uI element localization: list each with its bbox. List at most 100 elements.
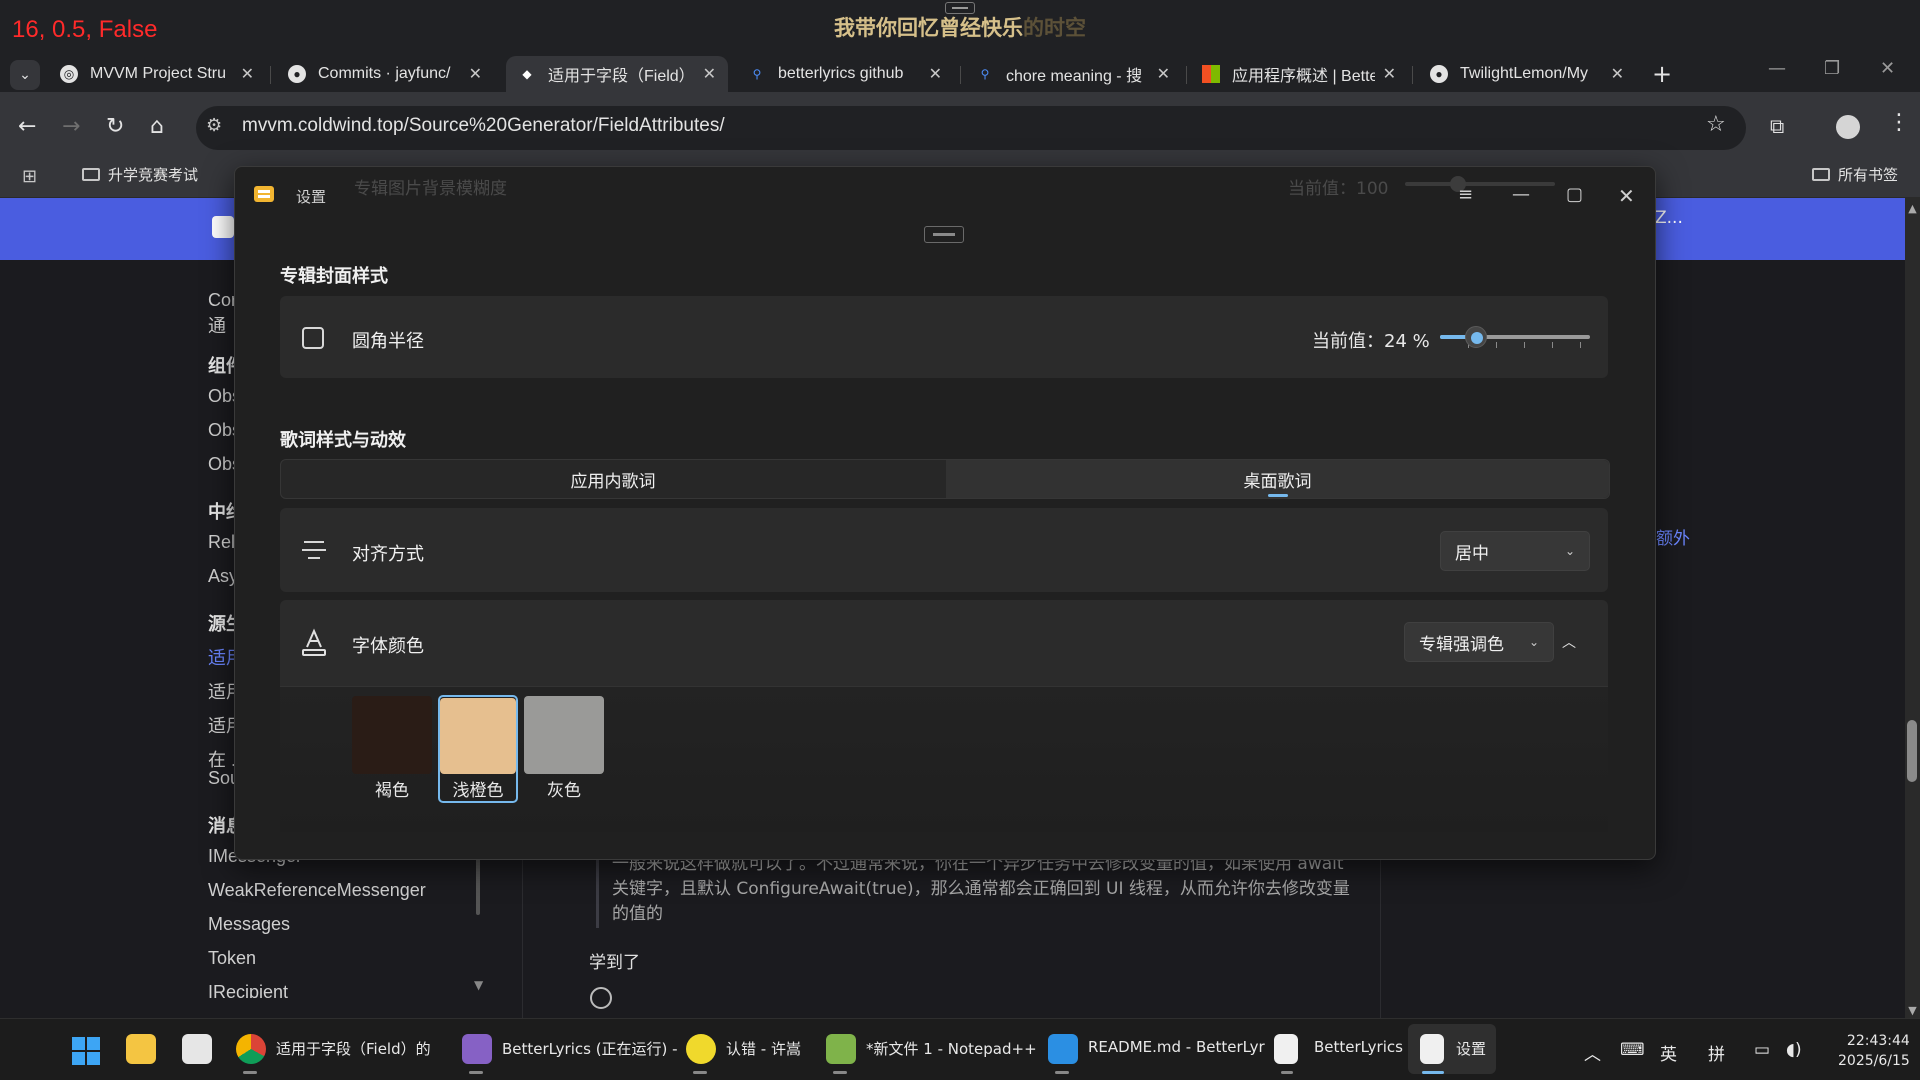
extensions-icon[interactable]: ⧉	[1770, 114, 1784, 138]
sidebar-item[interactable]: Rel	[208, 532, 235, 553]
alignment-label: 对齐方式	[352, 544, 424, 565]
reload-icon: ↻	[106, 114, 125, 139]
desktop-lyric-drag-handle[interactable]	[945, 2, 975, 14]
keyboard-icon[interactable]: ⌨	[1620, 1040, 1645, 1060]
tab-2[interactable]: ● Commits · jayfunc/ ✕	[276, 56, 494, 92]
reload-button[interactable]: ↻	[106, 114, 124, 139]
document-icon[interactable]	[1274, 1034, 1298, 1064]
toc-link[interactable]: 额外	[1656, 524, 1690, 549]
music-player-icon[interactable]	[686, 1034, 716, 1064]
url-text[interactable]: mvvm.coldwind.top/Source%20Generator/Fie…	[242, 115, 725, 137]
caret-down-icon[interactable]: ▼	[474, 978, 483, 992]
browser-menu-icon[interactable]: ⋮	[1888, 110, 1910, 135]
font-color-dropdown[interactable]: 专辑强调色 ⌄	[1404, 622, 1554, 662]
site-info-icon[interactable]: ⚙	[206, 115, 222, 136]
bookmark-folder[interactable]: 升学竞赛考试	[82, 164, 198, 185]
minimize-window-button[interactable]: —	[1768, 58, 1786, 79]
taskbar-app-label[interactable]: BetterLyrics	[1314, 1038, 1403, 1056]
close-icon[interactable]: ✕	[1383, 64, 1396, 84]
volume-icon[interactable]: ◖)	[1786, 1040, 1802, 1060]
scroll-down-icon[interactable]: ▼	[1905, 1004, 1920, 1017]
tab-5[interactable]: ⚲ chore meaning - 搜 ✕	[964, 56, 1182, 92]
taskbar-app-label[interactable]: BetterLyrics (正在运行) -	[502, 1038, 678, 1059]
ime-mode[interactable]: 拼	[1708, 1040, 1725, 1065]
emoji-reaction-icon[interactable]	[590, 987, 612, 1009]
new-tab-button[interactable]: +	[1652, 60, 1672, 88]
close-icon[interactable]: ✕	[1157, 64, 1170, 84]
close-icon[interactable]: ✕	[1611, 64, 1624, 84]
folder-icon	[1812, 168, 1830, 181]
apps-grid-icon[interactable]: ⊞	[22, 166, 37, 187]
alignment-dropdown-value: 居中	[1455, 543, 1489, 564]
visual-studio-icon[interactable]	[462, 1034, 492, 1064]
tab-7[interactable]: ● TwilightLemon/My ✕	[1418, 56, 1636, 92]
swatch-brown[interactable]	[352, 696, 432, 774]
sidebar-item[interactable]: Token	[208, 948, 256, 969]
corner-radius-label: 圆角半径	[352, 331, 424, 352]
segment-in-app-lyrics[interactable]: 应用内歌词	[280, 459, 946, 499]
slider-tick	[1552, 342, 1553, 348]
close-icon[interactable]: ✕	[929, 64, 942, 84]
file-explorer-icon[interactable]	[126, 1034, 156, 1064]
drag-handle-icon[interactable]	[924, 226, 964, 243]
chevron-up-icon[interactable]: ︿	[1562, 632, 1576, 652]
arrow-right-icon: →	[62, 114, 81, 139]
tab-6[interactable]: 应用程序概述 | Bette ✕	[1190, 56, 1408, 92]
close-icon[interactable]: ✕	[703, 64, 716, 84]
sidebar-item[interactable]: Messages	[208, 914, 290, 935]
corner-radius-checkbox[interactable]	[302, 327, 324, 349]
taskbar-app-label[interactable]: *新文件 1 - Notepad++	[866, 1038, 1037, 1059]
system-clock[interactable]: 22:43:44 2025/6/15	[1838, 1031, 1910, 1071]
ime-language[interactable]: 英	[1660, 1040, 1677, 1065]
swatch-gray[interactable]	[524, 696, 604, 774]
tab-label: chore meaning - 搜	[1006, 68, 1143, 85]
notepad-plus-icon[interactable]	[826, 1034, 856, 1064]
sidebar-item[interactable]: IRecipient	[208, 982, 288, 998]
tab-4[interactable]: ⚲ betterlyrics github ✕	[736, 56, 954, 92]
close-icon[interactable]: ✕	[241, 64, 254, 84]
restore-window-button[interactable]: ❐	[1824, 58, 1840, 79]
sidebar-item[interactable]: 通	[208, 312, 226, 338]
document-icon[interactable]	[1420, 1034, 1444, 1064]
close-window-button[interactable]: ✕	[1880, 58, 1895, 79]
taskbar-running-indicator	[833, 1071, 847, 1074]
taskbar-app-label[interactable]: 认错 - 许嵩	[726, 1038, 801, 1059]
close-icon[interactable]: ✕	[469, 64, 482, 84]
page-scroll-thumb[interactable]	[1907, 720, 1917, 782]
segment-desktop-lyrics[interactable]: 桌面歌词	[946, 460, 1609, 498]
hamburger-icon[interactable]: ≡	[1458, 184, 1473, 205]
maximize-button[interactable]: ▢	[1566, 184, 1583, 205]
tab-3-active[interactable]: ◆ 适用于字段（Field） ✕	[506, 56, 728, 92]
arrow-left-icon: ←	[18, 114, 37, 139]
sidebar-item[interactable]: Cor	[208, 290, 237, 311]
network-icon[interactable]: ▭	[1754, 1040, 1770, 1060]
taskbar-app-label[interactable]: README.md - BetterLyr	[1088, 1038, 1265, 1056]
taskbar-app-label[interactable]: 适用于字段（Field）的	[276, 1038, 431, 1059]
taskbar-app-label[interactable]: 设置	[1456, 1038, 1486, 1059]
site-logo[interactable]	[212, 216, 234, 238]
close-button[interactable]: ✕	[1618, 184, 1635, 208]
slider-tick	[1496, 342, 1497, 348]
page-scrollbar[interactable]	[1905, 198, 1920, 1018]
windows-start-icon[interactable]	[72, 1037, 100, 1065]
vscode-icon[interactable]	[1048, 1034, 1078, 1064]
profile-avatar[interactable]	[1836, 115, 1860, 139]
alignment-dropdown[interactable]: 居中 ⌄	[1440, 531, 1590, 571]
sidebar-scrollbar[interactable]	[476, 855, 480, 915]
forward-button[interactable]: →	[62, 114, 80, 139]
sidebar-item[interactable]: WeakReferenceMessenger	[208, 880, 426, 901]
chrome-icon[interactable]	[236, 1034, 266, 1064]
tab-1[interactable]: ◎ MVVM Project Stru ✕	[48, 56, 266, 92]
tab-separator	[270, 66, 271, 84]
all-bookmarks[interactable]: 所有书签	[1812, 164, 1898, 185]
home-button[interactable]: ⌂	[150, 114, 164, 139]
tray-chevron-up-icon[interactable]: ︿	[1584, 1040, 1601, 1065]
tab-search-button[interactable]: ⌄	[10, 60, 40, 90]
bookmark-star-icon[interactable]: ☆	[1706, 112, 1726, 137]
back-button[interactable]: ←	[18, 114, 36, 139]
generic-globe-icon: ◎	[60, 65, 78, 83]
scroll-up-icon[interactable]: ▲	[1905, 202, 1920, 215]
microsoft-store-icon[interactable]	[182, 1034, 212, 1064]
corner-radius-slider-thumb[interactable]	[1465, 326, 1487, 348]
minimize-button[interactable]: —	[1512, 184, 1530, 205]
